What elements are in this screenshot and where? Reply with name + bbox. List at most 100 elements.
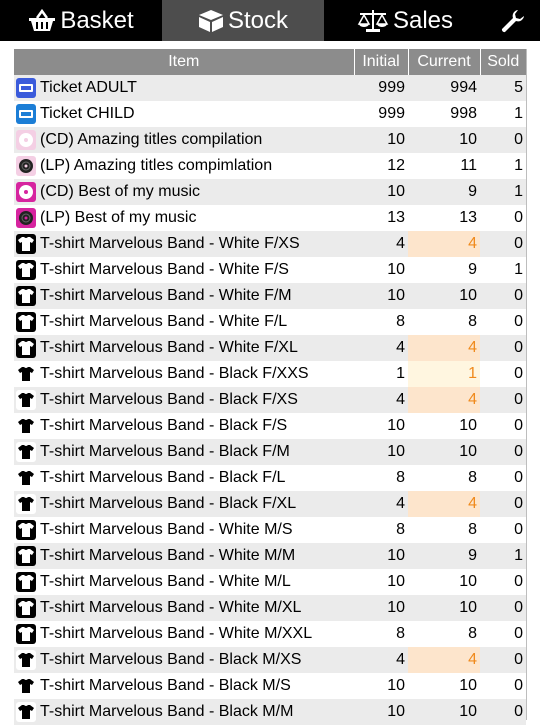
item-name: T-shirt Marvelous Band - White M/L xyxy=(40,573,291,590)
table-row[interactable]: Ticket ADULT 999 994 5 xyxy=(14,75,526,101)
current-cell: 10 xyxy=(408,595,480,621)
tshirt-black-xl-icon xyxy=(16,494,36,514)
initial-cell: 4 xyxy=(354,647,408,673)
table-row[interactable]: T-shirt Marvelous Band - White M/L 10 10 0 xyxy=(14,569,526,595)
column-header-sold[interactable]: Sold xyxy=(479,49,526,75)
item-name: Ticket ADULT xyxy=(40,79,137,96)
sold-cell: 0 xyxy=(480,439,526,465)
table-row[interactable]: Ticket CHILD 999 998 1 xyxy=(14,101,526,127)
sold-cell: 0 xyxy=(480,127,526,153)
initial-cell: 1 xyxy=(354,361,408,387)
table-row[interactable]: T-shirt Marvelous Band - White F/XS 4 4 0 xyxy=(14,231,526,257)
current-cell: 10 xyxy=(408,283,480,309)
table-row[interactable]: T-shirt Marvelous Band - White F/M 10 10 0 xyxy=(14,283,526,309)
tshirt-black-xxs-icon xyxy=(16,364,36,384)
tshirt-black-m-icon xyxy=(16,702,36,722)
wrench-icon xyxy=(500,8,526,34)
sold-cell: 0 xyxy=(480,465,526,491)
item-cell-content: T-shirt Marvelous Band - White F/S xyxy=(16,260,354,280)
sold-cell: 0 xyxy=(480,283,526,309)
sold-cell: 0 xyxy=(480,491,526,517)
column-header-item[interactable]: Item xyxy=(14,49,354,75)
item-cell: T-shirt Marvelous Band - White F/XL xyxy=(14,335,354,361)
item-cell: T-shirt Marvelous Band - Black F/XXS xyxy=(14,361,354,387)
item-cell-content: T-shirt Marvelous Band - Black F/M xyxy=(16,442,354,462)
item-name: (LP) Best of my music xyxy=(40,209,197,226)
initial-cell: 10 xyxy=(354,179,408,205)
item-cell-content: (LP) Best of my music xyxy=(16,208,354,228)
tab-basket[interactable]: Basket xyxy=(0,0,162,41)
table-row[interactable]: T-shirt Marvelous Band - Black F/XS 4 4 0 xyxy=(14,387,526,413)
table-row[interactable]: T-shirt Marvelous Band - White M/M 10 9 1 xyxy=(14,543,526,569)
item-cell: T-shirt Marvelous Band - Black F/S xyxy=(14,413,354,439)
table-row[interactable]: T-shirt Marvelous Band - Black F/S 10 10 0 xyxy=(14,413,526,439)
table-row[interactable]: (LP) Best of my music 13 13 0 xyxy=(14,205,526,231)
table-row[interactable]: (CD) Amazing titles compilation 10 10 0 xyxy=(14,127,526,153)
sold-cell: 0 xyxy=(480,309,526,335)
item-name: T-shirt Marvelous Band - White M/XXL xyxy=(40,625,313,642)
sold-cell: 5 xyxy=(480,75,526,101)
initial-cell: 12 xyxy=(354,153,408,179)
item-cell: T-shirt Marvelous Band - Black F/XS xyxy=(14,387,354,413)
sold-cell: 0 xyxy=(480,699,526,725)
tshirt-white-m-icon xyxy=(16,286,36,306)
item-name: T-shirt Marvelous Band - White M/XL xyxy=(40,599,302,616)
item-cell: T-shirt Marvelous Band - White M/L xyxy=(14,569,354,595)
table-header-row: Item Initial Current Sold xyxy=(14,49,526,75)
item-cell: T-shirt Marvelous Band - White F/S xyxy=(14,257,354,283)
current-cell: 8 xyxy=(408,309,480,335)
tshirt-black-xs-icon xyxy=(16,650,36,670)
initial-cell: 10 xyxy=(354,283,408,309)
initial-cell: 10 xyxy=(354,439,408,465)
table-row[interactable]: T-shirt Marvelous Band - Black M/S 10 10 0 xyxy=(14,673,526,699)
initial-cell: 8 xyxy=(354,621,408,647)
tshirt-white-s-icon xyxy=(16,520,36,540)
item-name: T-shirt Marvelous Band - Black F/XXS xyxy=(40,365,309,382)
current-cell: 10 xyxy=(408,699,480,725)
item-cell-content: (LP) Amazing titles compimlation xyxy=(16,156,354,176)
table-row[interactable]: T-shirt Marvelous Band - Black F/XXS 1 1 0 xyxy=(14,361,526,387)
tab-stock[interactable]: Stock xyxy=(162,0,324,41)
tab-sales[interactable]: Sales xyxy=(324,0,486,41)
scale-icon xyxy=(357,9,389,33)
item-cell-content: T-shirt Marvelous Band - Black M/XS xyxy=(16,650,354,670)
item-name: T-shirt Marvelous Band - White F/L xyxy=(40,313,288,330)
tshirt-white-l-icon xyxy=(16,312,36,332)
table-row[interactable]: T-shirt Marvelous Band - White M/S 8 8 0 xyxy=(14,517,526,543)
current-cell: 8 xyxy=(408,621,480,647)
sold-cell: 1 xyxy=(480,257,526,283)
item-name: T-shirt Marvelous Band - White M/S xyxy=(40,521,293,538)
table-row[interactable]: T-shirt Marvelous Band - Black M/M 10 10 0 xyxy=(14,699,526,725)
current-cell: 9 xyxy=(408,257,480,283)
sold-cell: 0 xyxy=(480,621,526,647)
table-row[interactable]: (CD) Best of my music 10 9 1 xyxy=(14,179,526,205)
item-name: T-shirt Marvelous Band - Black F/S xyxy=(40,417,288,434)
current-cell: 4 xyxy=(408,231,480,257)
item-cell: Ticket CHILD xyxy=(14,101,354,127)
tshirt-black-s-icon xyxy=(16,416,36,436)
table-row[interactable]: T-shirt Marvelous Band - White F/L 8 8 0 xyxy=(14,309,526,335)
table-row[interactable]: T-shirt Marvelous Band - Black F/XL 4 4 0 xyxy=(14,491,526,517)
table-row[interactable]: T-shirt Marvelous Band - White F/S 10 9 1 xyxy=(14,257,526,283)
item-name: (CD) Best of my music xyxy=(40,183,201,200)
settings-button[interactable] xyxy=(486,0,540,41)
table-row[interactable]: (LP) Amazing titles compimlation 12 11 1 xyxy=(14,153,526,179)
table-row[interactable]: T-shirt Marvelous Band - White F/XL 4 4 0 xyxy=(14,335,526,361)
item-cell: T-shirt Marvelous Band - White M/M xyxy=(14,543,354,569)
tshirt-white-xxl-icon xyxy=(16,624,36,644)
initial-cell: 999 xyxy=(354,101,408,127)
sold-cell: 0 xyxy=(480,205,526,231)
column-header-current[interactable]: Current xyxy=(407,49,480,75)
item-name: T-shirt Marvelous Band - Black M/S xyxy=(40,677,291,694)
table-row[interactable]: T-shirt Marvelous Band - Black M/XS 4 4 0 xyxy=(14,647,526,673)
table-row[interactable]: T-shirt Marvelous Band - White M/XXL 8 8 0 xyxy=(14,621,526,647)
current-cell: 10 xyxy=(408,673,480,699)
table-row[interactable]: T-shirt Marvelous Band - Black F/M 10 10 0 xyxy=(14,439,526,465)
table-row[interactable]: T-shirt Marvelous Band - White M/XL 10 10 0 xyxy=(14,595,526,621)
sold-cell: 0 xyxy=(480,595,526,621)
initial-cell: 4 xyxy=(354,387,408,413)
initial-cell: 4 xyxy=(354,335,408,361)
column-header-initial[interactable]: Initial xyxy=(353,49,408,75)
table-row[interactable]: T-shirt Marvelous Band - Black F/L 8 8 0 xyxy=(14,465,526,491)
item-cell: T-shirt Marvelous Band - Black M/XS xyxy=(14,647,354,673)
